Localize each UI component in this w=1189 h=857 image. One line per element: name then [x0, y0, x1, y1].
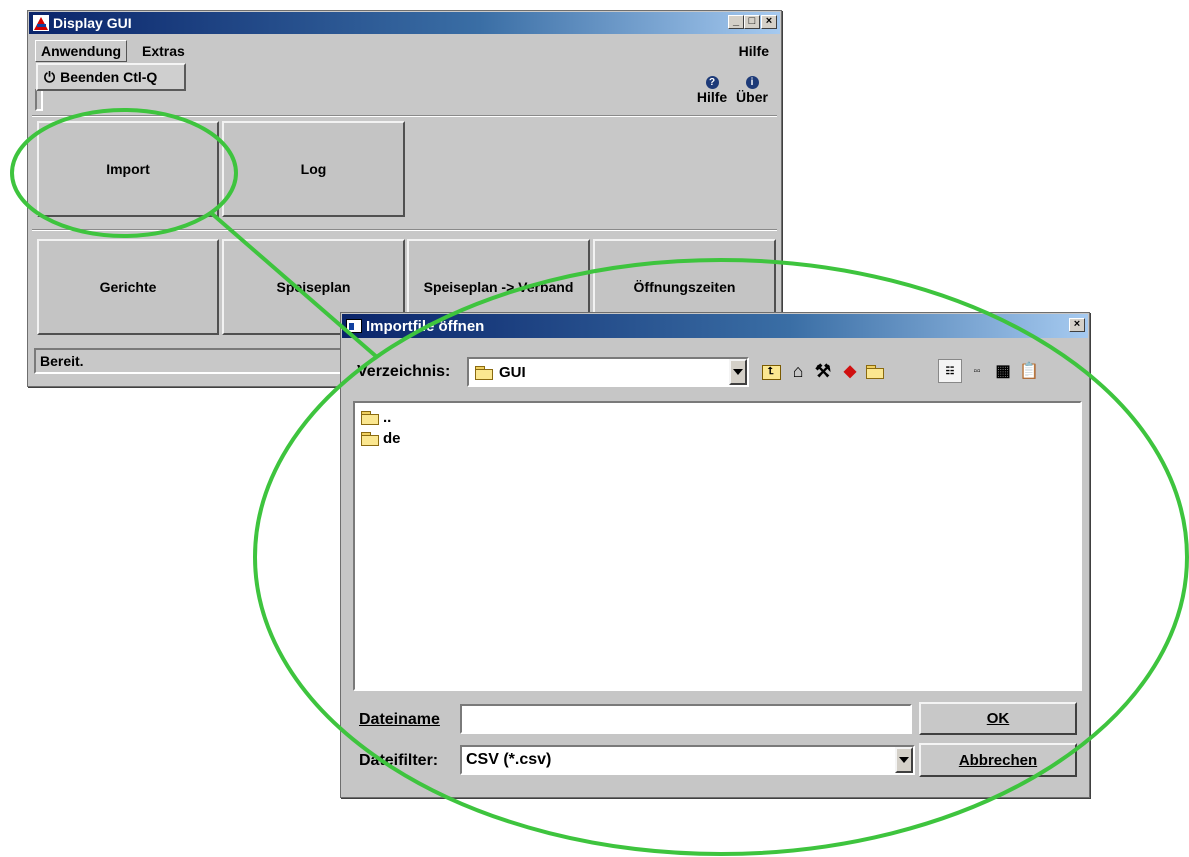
filename-input[interactable]	[460, 704, 912, 734]
details-view-button[interactable]: ▫▫	[965, 359, 989, 383]
dialog-window-icon	[346, 319, 362, 333]
up-folder-icon: ⮤	[761, 364, 781, 380]
minimize-button[interactable]: _	[728, 15, 744, 29]
cancel-button[interactable]: Abbrechen	[919, 743, 1077, 777]
power-icon: ⏻	[44, 68, 56, 85]
directory-dropdown-arrow[interactable]	[729, 359, 747, 385]
file-list[interactable]: .. de	[353, 401, 1082, 691]
gerichte-button[interactable]: Gerichte	[37, 239, 219, 335]
main-titlebar[interactable]: Display GUI _ □ ×	[29, 12, 780, 34]
list-item-label: ..	[383, 409, 392, 426]
menu-extras-label: Extras	[142, 43, 185, 59]
folder-icon	[361, 432, 379, 446]
info-icon: i	[745, 76, 759, 89]
filter-combo[interactable]: CSV (*.csv)	[460, 745, 915, 775]
folder-icon	[361, 411, 379, 425]
new-folder-button[interactable]	[863, 359, 887, 383]
directory-value: GUI	[499, 363, 526, 381]
chevron-down-icon	[733, 369, 743, 375]
main-window-title: Display GUI	[53, 15, 132, 31]
filter-dropdown-arrow[interactable]	[895, 747, 913, 773]
status-text: Bereit.	[40, 353, 84, 369]
eraser-icon: ◆	[843, 363, 857, 380]
import-button[interactable]: Import	[37, 121, 219, 217]
close-button[interactable]: ×	[761, 15, 777, 29]
about-label: Über	[736, 89, 768, 105]
up-folder-button[interactable]: ⮤	[759, 360, 783, 384]
speiseplan-verband-label: Speiseplan -> Verband	[423, 279, 574, 295]
speiseplan-label: Speiseplan	[276, 279, 351, 295]
list-item[interactable]: ..	[361, 407, 1074, 428]
new-folder-icon	[866, 364, 884, 379]
menu-anwendung[interactable]: Anwendung	[35, 40, 128, 62]
list-view-button[interactable]: ☷	[938, 359, 962, 383]
toolbar-about-button[interactable]: i Über	[734, 76, 770, 105]
home-icon: ⌂	[792, 360, 804, 381]
chevron-down-icon	[899, 757, 909, 763]
toolbar-strip	[35, 89, 43, 111]
section-divider	[32, 229, 777, 231]
filename-label-text: Dateiname	[359, 711, 440, 728]
ok-label: OK	[986, 710, 1010, 727]
clipboard-button[interactable]: 📋	[1017, 359, 1041, 383]
log-label: Log	[300, 161, 327, 177]
details-view-icon: ▫▫	[973, 365, 981, 377]
cancel-label: Abbrechen	[958, 751, 1038, 769]
import-label: Import	[106, 161, 150, 177]
directory-label: Verzeichnis:	[357, 363, 451, 380]
import-dialog: Importfile öffnen × Verzeichnis: GUI ⮤ ⌂…	[340, 312, 1090, 798]
app-logo-icon	[33, 15, 49, 31]
menu-anwendung-label: Anwendung	[41, 43, 122, 59]
gerichte-label: Gerichte	[99, 279, 157, 295]
toolbar-divider	[32, 115, 777, 117]
maximize-button[interactable]: □	[744, 15, 760, 29]
list-item[interactable]: de	[361, 428, 1074, 449]
list-item-label: de	[383, 430, 401, 447]
beenden-label: Beenden Ctl-Q	[60, 69, 158, 85]
tool-button[interactable]: ⚒	[811, 359, 835, 383]
dialog-titlebar[interactable]: Importfile öffnen ×	[342, 314, 1088, 338]
grid-view-button[interactable]: ▦	[991, 359, 1015, 383]
menu-extras[interactable]: Extras	[142, 43, 185, 59]
filename-label: Dateiname	[359, 711, 440, 729]
menu-hilfe-label: Hilfe	[738, 43, 769, 59]
folder-icon	[475, 365, 493, 380]
ok-button[interactable]: OK	[919, 702, 1077, 735]
list-view-icon: ☷	[945, 365, 955, 377]
grid-view-icon: ▦	[995, 363, 1011, 380]
log-button[interactable]: Log	[222, 121, 405, 217]
filter-value: CSV (*.csv)	[466, 751, 552, 768]
menu-hilfe[interactable]: Hilfe	[739, 43, 769, 59]
directory-combo[interactable]: GUI	[467, 357, 749, 387]
hammer-icon: ⚒	[814, 360, 832, 381]
delete-button[interactable]: ◆	[838, 359, 862, 383]
dialog-close-button[interactable]: ×	[1069, 318, 1085, 332]
clipboard-icon: 📋	[1019, 363, 1039, 380]
toolbar-help-button[interactable]: ? Hilfe	[695, 76, 729, 105]
home-button[interactable]: ⌂	[786, 359, 810, 383]
help-label: Hilfe	[696, 89, 728, 105]
filter-label: Dateifilter:	[359, 752, 439, 769]
dialog-title: Importfile öffnen	[366, 317, 485, 335]
oeffnungszeiten-label: Öffnungszeiten	[633, 279, 736, 295]
menu-item-beenden[interactable]: ⏻ Beenden Ctl-Q	[36, 63, 186, 91]
help-icon: ?	[705, 76, 719, 89]
